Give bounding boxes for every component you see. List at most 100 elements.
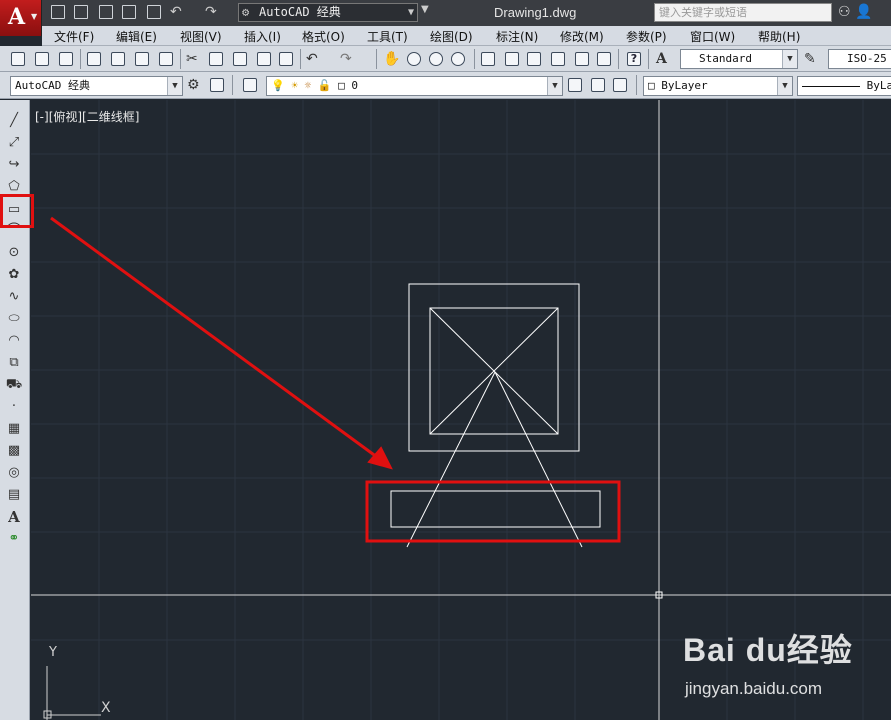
qnew-icon[interactable] [10,51,26,67]
leg-right [494,371,583,548]
gradient-icon[interactable]: ▩ [5,442,23,460]
separator [376,49,377,69]
open-file-icon[interactable] [73,4,89,20]
menu-window[interactable]: 窗口(W) [690,28,735,45]
pan-icon[interactable]: ✋ [383,51,400,67]
text-style-icon[interactable]: A [656,51,672,67]
lock-icon: 🔓 [317,79,332,92]
save-icon[interactable] [58,51,74,67]
spline-icon[interactable]: ∿ [5,288,23,306]
menu-tools[interactable]: 工具(T) [367,28,408,45]
paste-icon[interactable] [232,51,248,67]
undo-icon[interactable]: ↶ [306,51,322,67]
publish-icon[interactable] [134,51,150,67]
tool-palettes-icon[interactable] [526,51,542,67]
3d-print-icon[interactable] [158,51,174,67]
mtext-icon[interactable]: A [5,508,23,526]
menu-file[interactable]: 文件(F) [54,28,94,45]
design-center-icon[interactable] [504,51,520,67]
save-as-icon[interactable] [121,4,137,20]
hatch-icon[interactable]: ▦ [5,420,23,438]
markup-icon[interactable] [574,51,590,67]
plot-preview-icon[interactable] [110,51,126,67]
undo-icon[interactable]: ↶ [170,4,186,20]
line-icon[interactable]: ╱ [5,112,23,130]
new-file-icon[interactable] [50,4,66,20]
zoom-realtime-icon[interactable] [406,51,422,67]
qat-more-icon[interactable]: ▼ [421,4,429,15]
dim-style-select[interactable]: ISO-25 [828,49,891,69]
workspace-select[interactable]: AutoCAD 经典 ▼ [10,76,183,96]
sheet-set-icon[interactable] [550,51,566,67]
layer-value: 0 [351,79,359,92]
color-select[interactable]: □ ByLayer ▼ [643,76,793,96]
menu-modify[interactable]: 修改(M) [560,28,604,45]
plot-icon[interactable] [86,51,102,67]
cut-icon[interactable]: ✂ [186,51,202,67]
calculator-icon[interactable] [596,51,612,67]
construction-line-icon[interactable]: ⤢ [5,134,23,152]
save-icon[interactable] [98,4,114,20]
chevron-down-icon: ▼ [407,7,414,18]
workspace-settings-icon[interactable]: ⚙ [187,77,203,93]
menu-insert[interactable]: 插入(I) [244,28,281,45]
circle-icon[interactable]: ⊙ [5,244,23,262]
properties-icon[interactable] [480,51,496,67]
copy-icon[interactable] [208,51,224,67]
search-input[interactable]: 键入关键字或短语 [654,3,832,22]
menu-edit[interactable]: 编辑(E) [116,28,157,45]
menu-view[interactable]: 视图(V) [180,28,222,45]
workspace-combo-value: AutoCAD 经典 [15,79,90,92]
document-title: Drawing1.dwg [494,5,577,20]
redo-icon[interactable]: ↷ [205,4,221,20]
layer-previous-icon[interactable] [590,77,606,93]
ucs-x-label: X [101,700,111,716]
region-icon[interactable]: ◎ [5,464,23,482]
draw-toolbar: ╱ ⤢ ↪ ⬠ ▭ ⌒ ⊙ ✿ ∿ ⬭ ◠ ⧉ ⛟ · ▦ ▩ ◎ ▤ A ⚭ [0,100,30,720]
new-rectangle [390,490,601,528]
user-icon[interactable]: 👤 [855,4,872,20]
separator [300,49,301,69]
ellipse-icon[interactable]: ⬭ [5,310,23,328]
application-menu-button[interactable]: A ▼ [0,0,42,36]
redo-icon[interactable]: ↷ [340,51,356,67]
layer-state-icon[interactable] [612,77,628,93]
point-icon[interactable]: · [5,398,23,416]
insert-block-icon[interactable]: ⧉ [5,354,23,372]
block-editor-icon[interactable] [278,51,294,67]
workspace-save-icon[interactable] [209,77,225,93]
layer-properties-icon[interactable] [242,77,258,93]
layer-select[interactable]: 💡 ☀ ☼ 🔓 □ 0 ▼ [266,76,563,96]
separator [180,49,181,69]
menu-parametric[interactable]: 参数(P) [626,28,667,45]
add-selected-icon[interactable]: ⚭ [5,530,23,548]
workspace-dropdown[interactable]: ⚙ AutoCAD 经典 ▼ [238,3,418,22]
match-properties-icon[interactable] [256,51,272,67]
revision-cloud-icon[interactable]: ✿ [5,266,23,284]
help-icon[interactable]: ? [626,51,642,67]
ellipse-arc-icon[interactable]: ◠ [5,332,23,350]
title-bar: A ▼ ↶ ↷ ⚙ AutoCAD 经典 ▼ ▼ Drawing1.dwg 键入… [0,0,891,36]
dim-style-value: ISO-25 [847,52,887,65]
zoom-previous-icon[interactable] [450,51,466,67]
menu-format[interactable]: 格式(O) [302,28,345,45]
table-icon[interactable]: ▤ [5,486,23,504]
separator [474,49,475,69]
menu-draw[interactable]: 绘图(D) [430,28,473,45]
zoom-window-icon[interactable] [428,51,444,67]
text-style-select[interactable]: Standard ▼ [680,49,798,69]
print-icon[interactable] [146,4,162,20]
make-block-icon[interactable]: ⛟ [5,376,23,394]
menu-help[interactable]: 帮助(H) [758,28,800,45]
linetype-select[interactable]: ByLa [797,76,891,96]
open-icon[interactable] [34,51,50,67]
rectangle-tool-highlight [0,194,34,228]
polyline-icon[interactable]: ↪ [5,156,23,174]
menu-dimension[interactable]: 标注(N) [496,28,538,45]
viewport-controls[interactable]: [-][俯视][二维线框] [35,108,139,125]
separator [648,49,649,69]
dim-style-icon[interactable]: ✎ [804,51,820,67]
chevron-down-icon: ▼ [777,77,792,95]
make-current-layer-icon[interactable] [567,77,583,93]
binoculars-icon[interactable]: ⚇ [838,4,851,20]
